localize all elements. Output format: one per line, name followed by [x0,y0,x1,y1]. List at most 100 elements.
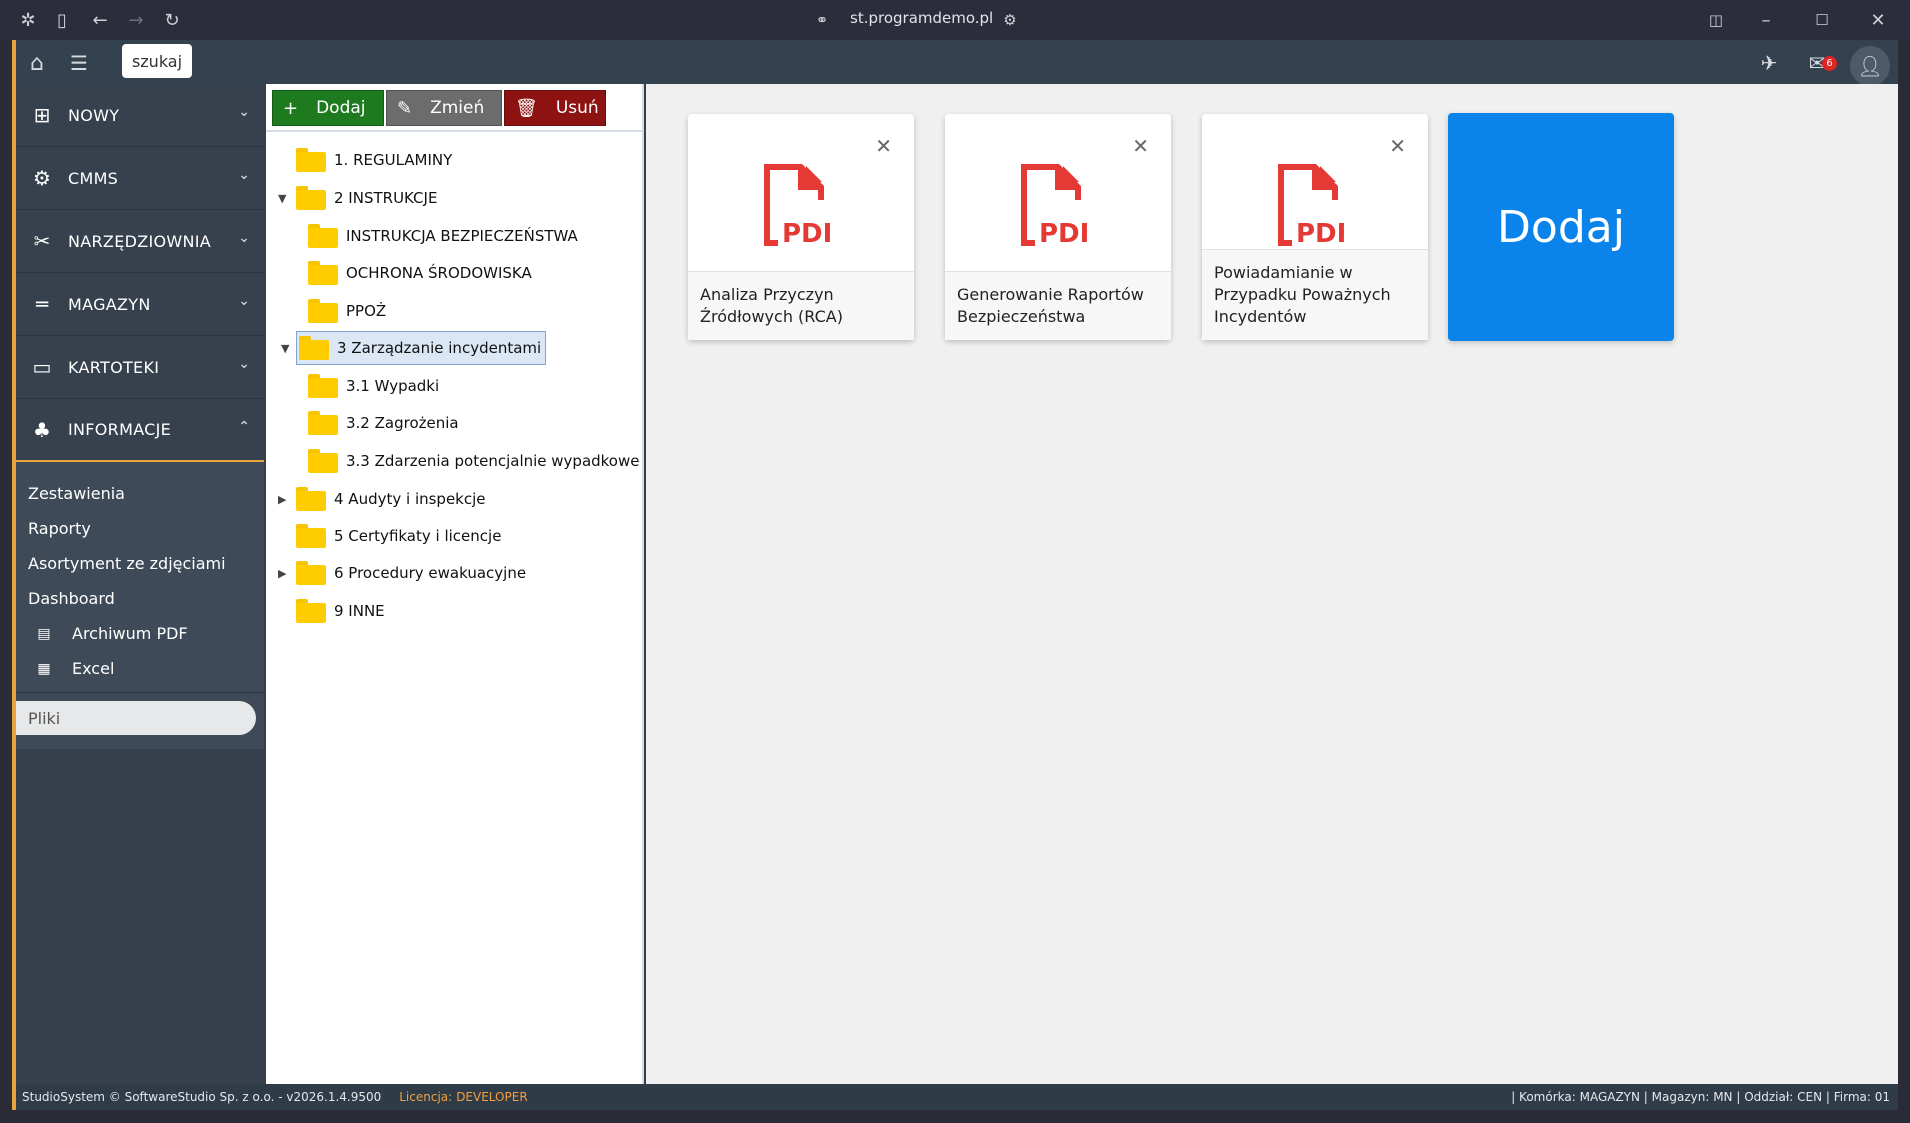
caret-down-icon[interactable]: ▼ [281,342,289,355]
plane-icon[interactable]: ✈ [1756,50,1782,76]
folder-icon [299,336,329,360]
tree-node[interactable]: ▶ 4 Audyty i inspekcje [278,482,486,516]
folder-icon [296,599,326,623]
caret-right-icon[interactable]: ▶ [278,493,286,506]
add-file-card[interactable]: Dodaj [1448,113,1674,341]
tree-node[interactable]: 5 Certyfikaty i licencje [296,519,501,553]
split-view-icon[interactable]: ◫ [1704,8,1728,32]
close-icon[interactable]: ✕ [875,134,892,158]
plus-icon: + [283,97,299,119]
caret-right-icon[interactable]: ▶ [278,567,286,580]
tree-node-label: 3 Zarządzanie incydentami [337,339,542,357]
maximize-icon[interactable]: ☐ [1810,8,1834,32]
sidebar-link-excel[interactable]: ▦ Excel [16,651,264,686]
tree-node-label: 3.3 Zdarzenia potencjalnie wypadkowe [346,452,640,470]
tree-node[interactable]: PPOŻ [308,294,386,328]
sidebar-section-kartoteki[interactable]: ▭ KARTOTEKI ⌄ [16,336,264,399]
close-window-icon[interactable]: ✕ [1866,8,1890,32]
sitemap-icon: ♣ [33,417,51,442]
sidebar-section-cmms[interactable]: ⚙ CMMS ⌄ [16,147,264,210]
tree-node-label: 3.1 Wypadki [346,377,440,395]
file-name: Generowanie Raportów Bezpieczeństwa [945,271,1171,340]
back-arrow-icon[interactable]: ← [88,8,112,32]
add-folder-button[interactable]: + Dodaj [272,90,384,126]
link-icon: ⚭ [815,11,829,29]
close-icon[interactable]: ✕ [1132,134,1149,158]
tree-node-label: 9 INNE [334,602,385,620]
tree-toolbar: + Dodaj ✎ Zmień 🗑︎ Usuń [272,90,606,126]
tree-node[interactable]: 9 INNE [296,594,385,628]
folder-icon [308,374,338,398]
context-info: | Komórka: MAGAZYN | Magazyn: MN | Oddzi… [1511,1090,1890,1104]
folder-tree-panel: + Dodaj ✎ Zmień 🗑︎ Usuń 1. REGULAMINY ▼ … [266,84,644,1084]
trash-icon: 🗑︎ [515,97,538,119]
tree-node[interactable]: OCHRONA ŚRODOWISKA [308,256,532,290]
sidebar-section-label: KARTOTEKI [68,357,160,377]
sidebar-link-raporty[interactable]: Raporty [16,511,264,546]
close-icon[interactable]: ✕ [1389,134,1406,158]
tree-node-label: PPOŻ [346,302,387,320]
forward-arrow-icon[interactable]: → [124,8,148,32]
caret-down-icon[interactable]: ▼ [278,192,286,205]
tree-node[interactable]: 3.2 Zagrożenia [308,406,459,440]
search-button[interactable]: szukaj [122,44,192,78]
tree-node[interactable]: ▶ 6 Procedury ewakuacyjne [278,556,526,590]
pdf-file-icon: PDF [1278,164,1344,249]
file-name: Powiadamianie w Przypadku Poważnych Incy… [1202,249,1428,340]
pencil-icon: ✎ [397,97,413,119]
pdf-file-icon: PDF [764,164,830,249]
folder-icon [308,411,338,435]
user-avatar[interactable]: 👤︎ [1850,46,1890,86]
tree-node[interactable]: INSTRUKCJA BEZPIECZEŃSTWA [308,219,578,253]
file-name: Analiza Przyczyn Źródłowych (RCA) [688,271,914,340]
address-bar-url[interactable]: st.programdemo.pl [850,9,993,27]
delete-label: Usuń [555,98,599,118]
chevron-down-icon: ⌄ [238,356,250,372]
sidebar-item-pliki[interactable]: Pliki [16,701,256,735]
sidebar-section-narzedziownia[interactable]: ✂ NARZĘDZIOWNIA ⌄ [16,210,264,273]
browser-logo-icon[interactable]: ✲ [16,8,40,32]
tree-node[interactable]: 1. REGULAMINY [296,143,452,177]
edit-folder-button[interactable]: ✎ Zmień [386,90,502,126]
tree-node[interactable]: 3.1 Wypadki [308,369,439,403]
sidebar-section-magazyn[interactable]: ═ MAGAZYN ⌄ [16,273,264,336]
reload-icon[interactable]: ↻ [160,8,184,32]
sidebar-section-nowy[interactable]: ⊞ NOWY ⌄ [16,84,264,147]
app-topbar: ⌂ ☰ szukaj ✈ ✉ 6 👤︎ [16,40,1898,86]
tree-node[interactable]: ▼ 2 INSTRUKCJE [278,181,437,215]
sidebar-link-dashboard[interactable]: Dashboard [16,581,264,616]
folder-icon [296,148,326,172]
menu-toggle-icon[interactable]: ☰ [66,50,92,76]
sidebar-link-zestawienia[interactable]: Zestawienia [16,476,264,511]
tree-node-selected[interactable]: ▼ 3 Zarządzanie incydentami [281,331,547,365]
site-settings-icon[interactable]: ⚙ [998,8,1022,32]
folder-icon [308,224,338,248]
folder-icon [296,524,326,548]
tree-separator [266,130,642,132]
minimize-icon[interactable]: – [1754,8,1778,32]
sidebar-section-label: MAGAZYN [68,294,151,314]
file-card[interactable]: ✕ PDF Generowanie Raportów Bezpieczeństw… [945,114,1171,340]
sidebar-section-informacje[interactable]: ♣ INFORMACJE ⌃ [16,399,264,462]
sidebar-toggle-icon[interactable]: ▯ [50,8,74,32]
sidebar-section-label: NOWY [68,105,120,125]
sidebar-link-label: Archiwum PDF [72,624,188,643]
tree-node[interactable]: 3.3 Zdarzenia potencjalnie wypadkowe [308,444,642,478]
sidebar-link-archiwum-pdf[interactable]: ▤ Archiwum PDF [16,616,264,651]
sidebar: ⊞ NOWY ⌄ ⚙ CMMS ⌄ ✂ NARZĘDZIOWNIA ⌄ ═ MA… [16,84,264,1084]
file-card[interactable]: ✕ PDF Analiza Przyczyn Źródłowych (RCA) [688,114,914,340]
user-icon: 👤︎ [1857,54,1883,78]
pliki-wrapper: Pliki [16,693,264,749]
home-icon[interactable]: ⌂ [24,50,50,76]
tree-node-label: 5 Certyfikaty i licencje [334,527,502,545]
license-value: DEVELOPER [456,1090,528,1104]
informacje-submenu: Zestawienia Raporty Asortyment ze zdjęci… [16,462,264,693]
sidebar-link-asortyment[interactable]: Asortyment ze zdjęciami [16,546,264,581]
delete-folder-button[interactable]: 🗑︎ Usuń [504,90,606,126]
add-label: Dodaj [316,98,366,118]
folder-icon [308,261,338,285]
tree-node-label: INSTRUKCJA BEZPIECZEŃSTWA [346,227,578,245]
folder-icon [296,487,326,511]
folder-icon: ▭ [32,355,52,379]
file-card[interactable]: ✕ PDF Powiadamianie w Przypadku Poważnyc… [1202,114,1428,340]
